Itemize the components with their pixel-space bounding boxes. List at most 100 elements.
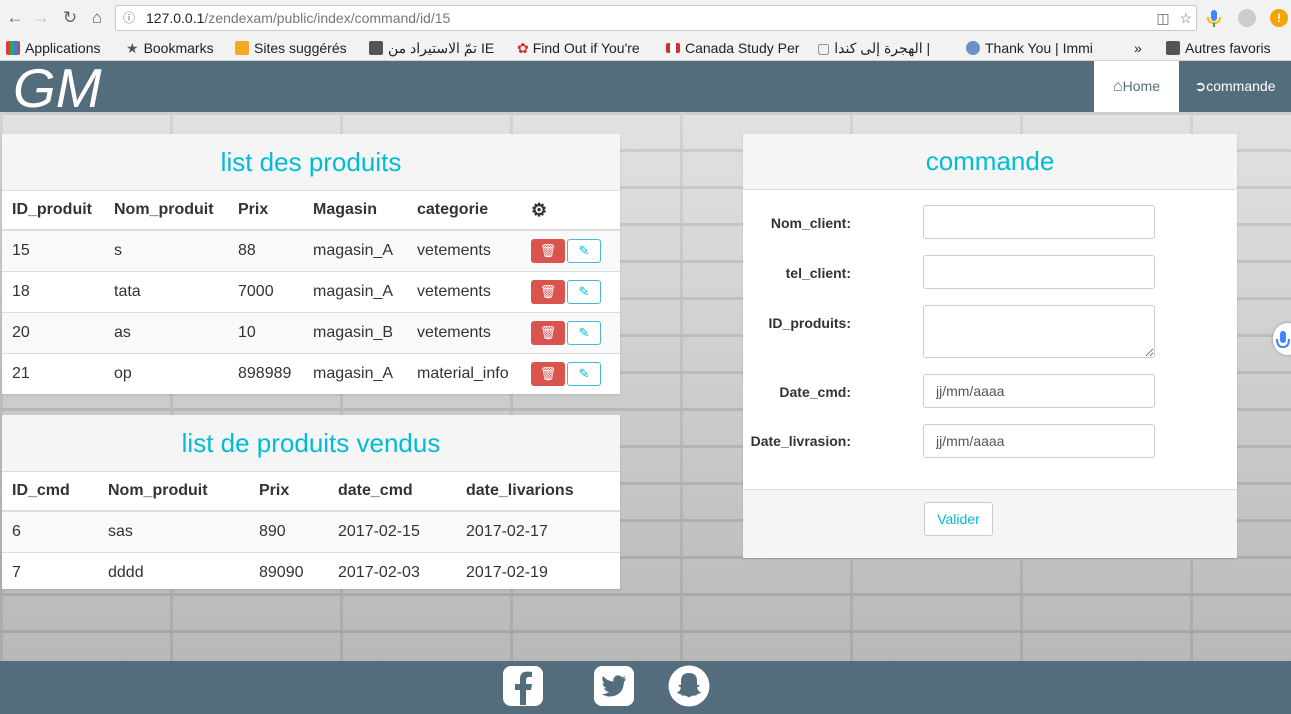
cell-nom: dddd xyxy=(98,551,249,593)
nav-home-link[interactable]: ⌂Home xyxy=(1094,61,1179,112)
delete-button[interactable]: 🗑 xyxy=(531,320,565,345)
edit-button[interactable]: ✎ xyxy=(567,361,601,386)
edit-icon: ✎ xyxy=(578,283,590,299)
cell-categorie: material_info xyxy=(407,352,521,394)
cell-id: 6 xyxy=(2,510,98,552)
cell-nom: tata xyxy=(104,270,228,312)
bookmark-hijra[interactable]: ▢ الهجرة إلى كندا | xyxy=(817,38,957,58)
url-actions: ◫ ☆ xyxy=(1156,6,1192,30)
cell-prix: 898989 xyxy=(228,352,303,394)
bookmark-label: Sites suggérés xyxy=(254,40,347,56)
cell-magasin: magasin_A xyxy=(303,352,407,394)
col-header: Prix xyxy=(249,472,328,512)
nav-commande-link[interactable]: ➲commande xyxy=(1179,61,1291,112)
commande-title: commande xyxy=(743,134,1237,190)
edit-button[interactable]: ✎ xyxy=(567,320,601,345)
bookmark-sites-suggeres[interactable]: Sites suggérés xyxy=(235,38,347,58)
star-icon[interactable]: ☆ xyxy=(1179,10,1192,26)
info-icon[interactable]: ⓘ xyxy=(123,6,139,30)
nom-client-input[interactable] xyxy=(923,205,1155,239)
facebook-icon[interactable] xyxy=(502,665,544,707)
cell-actions: 🗑 ✎ xyxy=(521,229,620,271)
tel-client-input[interactable] xyxy=(923,255,1155,289)
table-row: 21 op 898989 magasin_A material_info 🗑 ✎ xyxy=(2,352,620,394)
bookmark-label: Thank You | Immi xyxy=(985,40,1093,56)
bookmark-thank-you[interactable]: Thank You | Immi xyxy=(966,38,1106,58)
bookmarks-bar: Applications ★ Bookmarks Sites suggérés ت… xyxy=(0,36,1291,61)
bookmark-label: الهجرة إلى كندا | xyxy=(834,40,931,56)
cell-nom: s xyxy=(104,229,228,271)
table-row: 6 sas 890 2017-02-15 2017-02-17 xyxy=(2,510,620,552)
cell-prix: 10 xyxy=(228,311,303,353)
bookmark-applications[interactable]: Applications xyxy=(6,38,101,58)
forward-icon[interactable]: → xyxy=(31,8,51,28)
sold-products-table: ID_cmd Nom_produit Prix date_cmd date_li… xyxy=(2,472,620,593)
sold-products-title: list de produits vendus xyxy=(2,415,620,472)
bulb-icon xyxy=(235,41,249,55)
cell-prix: 88 xyxy=(228,229,303,271)
col-header: ID_cmd xyxy=(2,472,98,512)
overflow-chevron: » xyxy=(1134,40,1142,56)
reload-icon[interactable]: ↻ xyxy=(60,8,80,28)
nom-client-label: Nom_client: xyxy=(770,215,851,231)
cell-date-cmd: 2017-02-03 xyxy=(328,551,456,593)
bookmark-autres-favoris[interactable]: Autres favoris xyxy=(1166,38,1271,58)
bookmark-label: Applications xyxy=(25,40,101,56)
twitter-icon[interactable] xyxy=(593,665,635,707)
valider-button[interactable]: Valider xyxy=(924,502,993,536)
footer xyxy=(0,661,1291,714)
bookmark-bookmarks[interactable]: ★ Bookmarks xyxy=(126,38,214,58)
home-icon: ⌂ xyxy=(1112,78,1123,95)
maple-leaf-icon: ✿ xyxy=(517,40,529,56)
brand-logo[interactable]: GM xyxy=(13,60,102,116)
actions-header: ⚙ xyxy=(521,191,620,231)
translate-icon[interactable]: ◫ xyxy=(1156,10,1169,26)
cell-date-liv: 2017-02-19 xyxy=(456,551,620,593)
edit-button[interactable]: ✎ xyxy=(567,238,601,263)
back-icon[interactable]: ← xyxy=(5,8,25,28)
bookmark-find-out[interactable]: ✿ Find Out if You're xyxy=(517,38,657,58)
date-cmd-input[interactable] xyxy=(923,374,1155,408)
cell-nom: op xyxy=(104,352,228,394)
cell-id: 20 xyxy=(2,311,104,353)
table-row: 20 as 10 magasin_B vetements 🗑 ✎ xyxy=(2,311,620,353)
bookmark-canada-study[interactable]: Canada Study Per xyxy=(666,38,806,58)
col-header: date_livarions xyxy=(456,472,620,512)
col-header: ID_produit xyxy=(2,191,104,231)
star-icon: ★ xyxy=(126,40,139,56)
table-header: ID_cmd Nom_produit Prix date_cmd date_li… xyxy=(2,472,620,512)
nav-commande-label: commande xyxy=(1206,78,1276,94)
delete-button[interactable]: 🗑 xyxy=(531,279,565,304)
date-livrasion-input[interactable] xyxy=(923,424,1155,458)
edit-icon: ✎ xyxy=(578,365,590,381)
cell-categorie: vetements xyxy=(407,311,521,353)
col-header: Magasin xyxy=(303,191,407,231)
browser-toolbar: ← → ↻ ⌂ ⓘ 127.0.0.1/zendexam/public/inde… xyxy=(0,0,1291,36)
delete-button[interactable]: 🗑 xyxy=(531,361,565,386)
extension-icon[interactable] xyxy=(1238,9,1256,27)
bookmarks-overflow[interactable]: » xyxy=(1134,38,1142,58)
mic-icon[interactable] xyxy=(1205,9,1223,27)
globe-icon xyxy=(966,41,980,55)
id-produits-textarea[interactable] xyxy=(923,305,1155,358)
cell-categorie: vetements xyxy=(407,229,521,271)
folder-icon xyxy=(369,41,383,55)
edit-icon: ✎ xyxy=(578,242,590,258)
cell-prix: 890 xyxy=(249,510,328,552)
floating-mic-icon[interactable] xyxy=(1273,323,1291,355)
snapchat-icon[interactable] xyxy=(668,665,710,707)
address-bar[interactable]: ⓘ 127.0.0.1/zendexam/public/index/comman… xyxy=(115,5,1197,31)
url-text: 127.0.0.1/zendexam/public/index/command/… xyxy=(146,6,450,30)
bookmark-folder-ie[interactable]: تمّ الاستيراد من IE xyxy=(369,38,507,58)
alert-icon[interactable]: ! xyxy=(1270,9,1288,27)
edit-button[interactable]: ✎ xyxy=(567,279,601,304)
bookmark-label: Autres favoris xyxy=(1185,40,1271,56)
commande-panel: commande Nom_client: tel_client: ID_prod… xyxy=(743,134,1237,558)
home-icon[interactable]: ⌂ xyxy=(87,8,107,28)
delete-button[interactable]: 🗑 xyxy=(531,238,565,263)
table-header: ID_produit Nom_produit Prix Magasin cate… xyxy=(2,191,620,231)
bookmark-label: تمّ الاستيراد من IE xyxy=(388,40,495,56)
col-header: date_cmd xyxy=(328,472,456,512)
login-icon: ➲ xyxy=(1194,78,1207,94)
trash-icon: 🗑 xyxy=(539,283,557,299)
